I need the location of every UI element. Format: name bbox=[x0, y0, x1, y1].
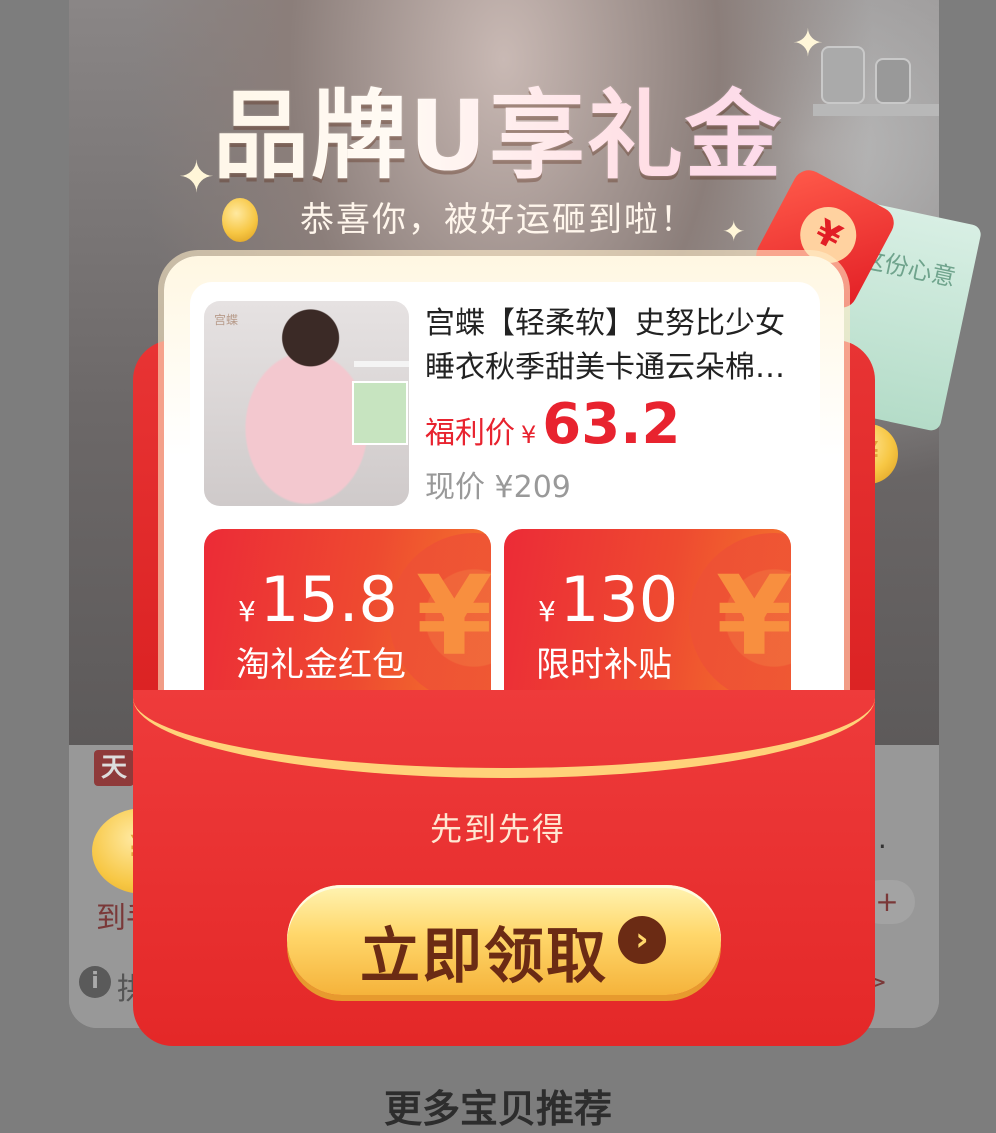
coupon-value: 130 bbox=[559, 563, 679, 636]
info-icon: i bbox=[79, 966, 111, 998]
current-price-label: 现价 bbox=[425, 470, 485, 505]
yen-watermark-icon: ¥ bbox=[416, 552, 491, 680]
yen-watermark-icon: ¥ bbox=[716, 552, 791, 680]
coupon-currency: ¥ bbox=[538, 595, 556, 628]
tmall-badge: 天 bbox=[94, 750, 134, 786]
first-come-tagline: 先到先得 bbox=[429, 810, 566, 848]
popup-subtitle: 恭喜你，被好运砸到啦！ bbox=[300, 200, 696, 240]
product-title[interactable]: 宫蝶【轻柔软】史努比少女 睡衣秋季甜美卡通云朵棉… bbox=[425, 302, 800, 390]
more-recommendations-heading: 更多宝贝推荐 bbox=[383, 1087, 612, 1131]
product-title-line: 宫蝶【轻柔软】史努比少女 bbox=[425, 306, 785, 341]
product-title-line: 睡衣秋季甜美卡通云朵棉… bbox=[425, 350, 785, 385]
chevron-right-icon[interactable]: › bbox=[618, 916, 666, 964]
image-shelf bbox=[354, 361, 409, 367]
sparkle-icon: ✦ bbox=[722, 215, 746, 248]
current-price-value: ¥209 bbox=[494, 470, 571, 505]
coupon-amount: ¥15.8 bbox=[238, 563, 398, 636]
coupon-taolijin[interactable]: ¥ ¥15.8 淘礼金红包 bbox=[204, 529, 491, 708]
image-giftbox bbox=[352, 381, 408, 445]
sparkle-icon: ✦ bbox=[178, 152, 215, 203]
welfare-price: 福利价 ¥63.2 bbox=[425, 392, 680, 457]
welfare-price-value: 63.2 bbox=[542, 392, 681, 457]
welfare-price-label: 福利价 bbox=[425, 416, 515, 451]
brand-logo: 宫蝶 bbox=[214, 313, 239, 327]
claim-now-label[interactable]: 立即领取 bbox=[360, 908, 608, 995]
price-currency: ¥ bbox=[521, 421, 537, 449]
coupon-subsidy[interactable]: ¥ ¥130 限时补贴 bbox=[504, 529, 791, 708]
coupon-currency: ¥ bbox=[238, 595, 256, 628]
sparkle-icon: ✦ bbox=[792, 21, 824, 65]
coupon-value: 15.8 bbox=[259, 563, 398, 636]
coupon-label: 淘礼金红包 bbox=[236, 645, 406, 685]
coupon-amount: ¥130 bbox=[538, 563, 678, 636]
product-image[interactable]: 宫蝶 bbox=[204, 301, 409, 506]
current-price: 现价 ¥209 bbox=[425, 462, 571, 506]
coupon-label: 限时补贴 bbox=[536, 645, 672, 685]
popup-title: 品牌U享礼金 bbox=[0, 58, 996, 197]
